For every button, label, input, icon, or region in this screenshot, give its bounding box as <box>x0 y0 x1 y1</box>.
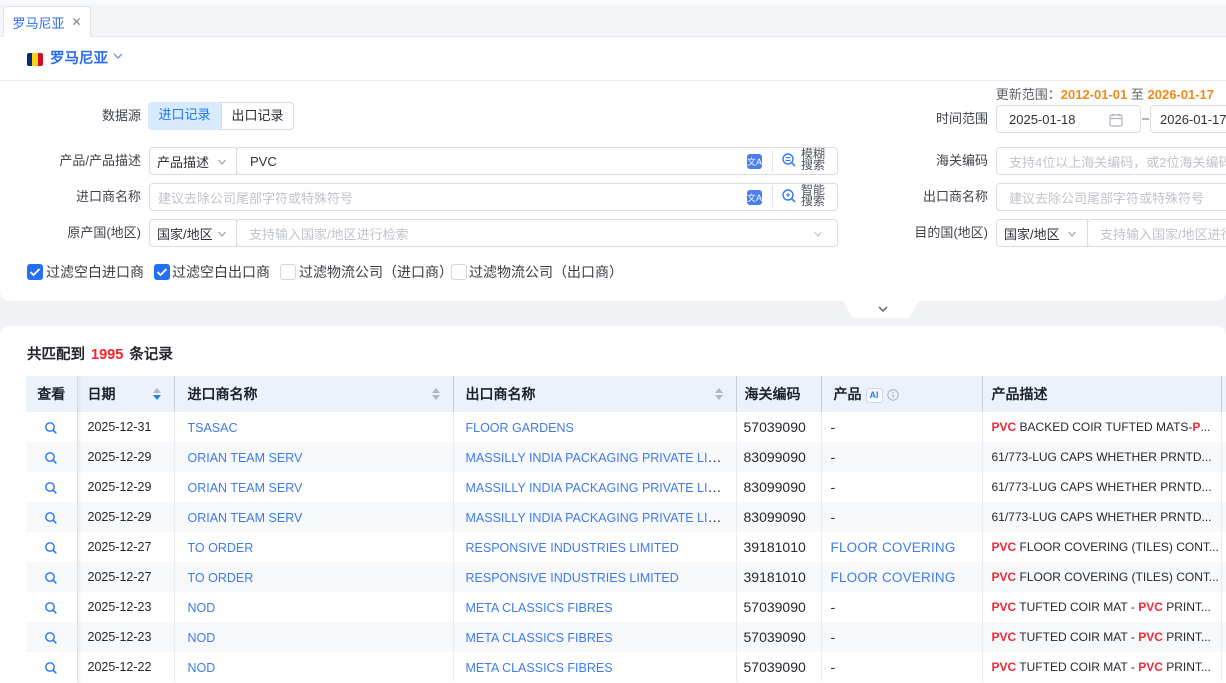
svg-text:文A: 文A <box>747 156 762 167</box>
svg-text:文A: 文A <box>747 192 762 203</box>
